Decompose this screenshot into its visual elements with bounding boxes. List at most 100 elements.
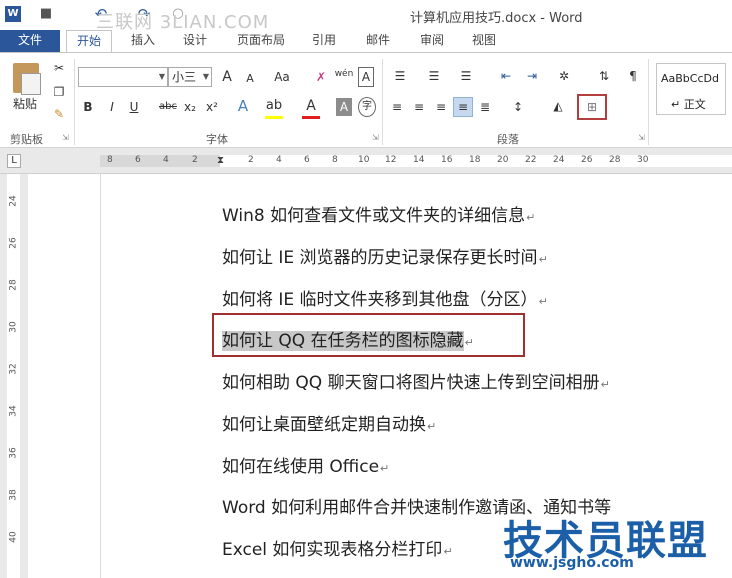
- ruler-number: 8: [107, 155, 113, 165]
- increase-indent-icon[interactable]: ⇥: [522, 67, 542, 85]
- font-name-combo[interactable]: ▼: [78, 67, 168, 87]
- decrease-indent-icon[interactable]: ⇤: [496, 67, 516, 85]
- ruler-number: 16: [441, 155, 453, 165]
- paragraph-text: 如何将 IE 临时文件夹移到其他盘（分区）: [222, 290, 538, 310]
- brand-url: www.jsgho.com: [510, 555, 634, 571]
- tab-view[interactable]: 视图: [462, 30, 506, 52]
- paragraph-text: 如何让 IE 浏览器的历史记录保存更长时间: [222, 248, 538, 268]
- align-left-icon[interactable]: ≡: [388, 98, 406, 116]
- grow-font-button[interactable]: A: [218, 68, 236, 86]
- ruler-number: 18: [469, 155, 481, 165]
- format-painter-icon[interactable]: ✎: [50, 105, 68, 123]
- ruler-number: 24: [553, 155, 565, 165]
- copy-icon[interactable]: ❐: [50, 83, 68, 101]
- underline-button[interactable]: U: [126, 98, 142, 116]
- font-group-label: 字体: [206, 133, 228, 146]
- ruler-number: 26: [581, 155, 593, 165]
- paragraph[interactable]: 如何让桌面壁纸定期自动换↵: [222, 410, 436, 435]
- borders-highlight-box: [577, 94, 607, 120]
- ruler-number: 10: [358, 155, 370, 165]
- paragraph-launcher-icon[interactable]: ⇲: [638, 133, 645, 142]
- justify-icon[interactable]: ≡: [453, 97, 473, 117]
- paragraph-text: 如何在线使用 Office: [222, 457, 380, 477]
- ruler-number: 28: [609, 155, 621, 165]
- save-icon[interactable]: ■: [38, 6, 54, 22]
- group-separator: [382, 59, 383, 145]
- style-normal[interactable]: AaBbCcDd ↵ 正文: [656, 63, 726, 115]
- vruler-number: 32: [8, 363, 19, 375]
- paste-icon[interactable]: [13, 63, 41, 95]
- paragraph[interactable]: Win8 如何查看文件或文件夹的详细信息↵: [222, 201, 535, 226]
- highlight-icon[interactable]: ab: [264, 97, 284, 115]
- char-border-button[interactable]: A: [358, 67, 374, 87]
- indent-marker-icon[interactable]: ⧗: [217, 155, 224, 166]
- document-title: 计算机应用技巧.docx - Word: [410, 11, 583, 26]
- superscript-button[interactable]: x²: [204, 98, 220, 116]
- tab-design[interactable]: 设计: [172, 30, 218, 52]
- tab-references[interactable]: 引用: [302, 30, 346, 52]
- phonetic-guide-button[interactable]: wén: [334, 65, 354, 83]
- ribbon-tabs: 文件 开始 插入 设计 页面布局 引用 邮件 审阅 视图: [0, 30, 732, 53]
- font-size-combo[interactable]: 小三 ▼: [168, 67, 212, 87]
- chinese-layout-icon[interactable]: ✲: [552, 67, 576, 85]
- shrink-font-button[interactable]: A: [242, 70, 258, 88]
- distributed-icon[interactable]: ≣: [476, 98, 494, 116]
- char-shading-button[interactable]: A: [336, 98, 352, 116]
- paste-button[interactable]: 粘贴: [13, 95, 37, 112]
- align-right-icon[interactable]: ≡: [432, 98, 450, 116]
- font-launcher-icon[interactable]: ⇲: [372, 133, 379, 142]
- multilevel-list-icon[interactable]: ☰: [456, 67, 476, 85]
- tab-insert[interactable]: 插入: [120, 30, 166, 52]
- paragraph[interactable]: 如何将 IE 临时文件夹移到其他盘（分区）↵: [222, 285, 548, 310]
- subscript-button[interactable]: x₂: [182, 98, 198, 116]
- tab-page-layout[interactable]: 页面布局: [228, 30, 294, 52]
- clear-format-icon[interactable]: ✗: [312, 68, 330, 86]
- paragraph-text: Win8 如何查看文件或文件夹的详细信息: [222, 206, 526, 226]
- vruler-number: 40: [8, 531, 19, 543]
- sort-icon[interactable]: ⇅: [594, 67, 614, 85]
- tab-stop-selector[interactable]: L: [7, 154, 21, 168]
- align-center-icon[interactable]: ≡: [410, 98, 428, 116]
- word-logo-icon: W: [5, 6, 21, 22]
- style-name: ↵ 正文: [671, 98, 706, 111]
- paragraph[interactable]: Excel 如何实现表格分栏打印↵: [222, 535, 453, 560]
- tab-review[interactable]: 审阅: [410, 30, 454, 52]
- paragraph-mark: ↵: [600, 378, 610, 391]
- paragraph-text: Excel 如何实现表格分栏打印: [222, 540, 443, 560]
- cut-icon[interactable]: ✂: [50, 59, 68, 77]
- clipboard-launcher-icon[interactable]: ⇲: [62, 133, 69, 142]
- ruler-number: 14: [413, 155, 425, 165]
- change-case-button[interactable]: Aa: [270, 68, 294, 86]
- vruler-number: 26: [8, 237, 19, 249]
- vruler-number: 34: [8, 405, 19, 417]
- shading-icon[interactable]: ◭: [548, 97, 568, 115]
- ruler-number: 6: [304, 155, 310, 165]
- tab-home[interactable]: 开始: [66, 30, 112, 53]
- tab-mailings[interactable]: 邮件: [356, 30, 400, 52]
- paragraph[interactable]: 如何让 IE 浏览器的历史记录保存更长时间↵: [222, 243, 548, 268]
- vruler-number: 38: [8, 489, 19, 501]
- ruler-number: 22: [525, 155, 537, 165]
- paragraph[interactable]: 如何在线使用 Office↵: [222, 452, 389, 477]
- ruler-number: 2: [192, 155, 198, 165]
- ruler-number: 12: [385, 155, 397, 165]
- text-effect-button[interactable]: A: [234, 97, 252, 115]
- italic-button[interactable]: I: [104, 98, 120, 116]
- show-marks-icon[interactable]: ¶: [624, 67, 642, 85]
- paragraph[interactable]: 如何相助 QQ 聊天窗口将图片快速上传到空间相册↵: [222, 368, 610, 393]
- bold-button[interactable]: B: [80, 98, 96, 116]
- bullets-icon[interactable]: ☰: [390, 67, 410, 85]
- strikethrough-button[interactable]: abc: [158, 98, 178, 116]
- tab-file[interactable]: 文件: [0, 30, 60, 52]
- numbering-icon[interactable]: ☰: [424, 67, 444, 85]
- chevron-down-icon: ▼: [202, 72, 209, 81]
- enclose-char-button[interactable]: 字: [358, 97, 376, 117]
- font-color-bar: [302, 116, 320, 119]
- vertical-ruler[interactable]: 24 26 28 30 32 34 36 38 40: [0, 174, 28, 578]
- horizontal-ruler[interactable]: L 8 6 4 2 ⧗ 2 4 6 8 10 12 14 16 18 20 22…: [0, 148, 732, 174]
- paragraph-mark: ↵: [538, 295, 548, 308]
- font-color-button[interactable]: A: [302, 97, 320, 115]
- ruler-number: 30: [637, 155, 649, 165]
- page-edge: [100, 174, 101, 578]
- line-spacing-icon[interactable]: ↕: [508, 98, 528, 116]
